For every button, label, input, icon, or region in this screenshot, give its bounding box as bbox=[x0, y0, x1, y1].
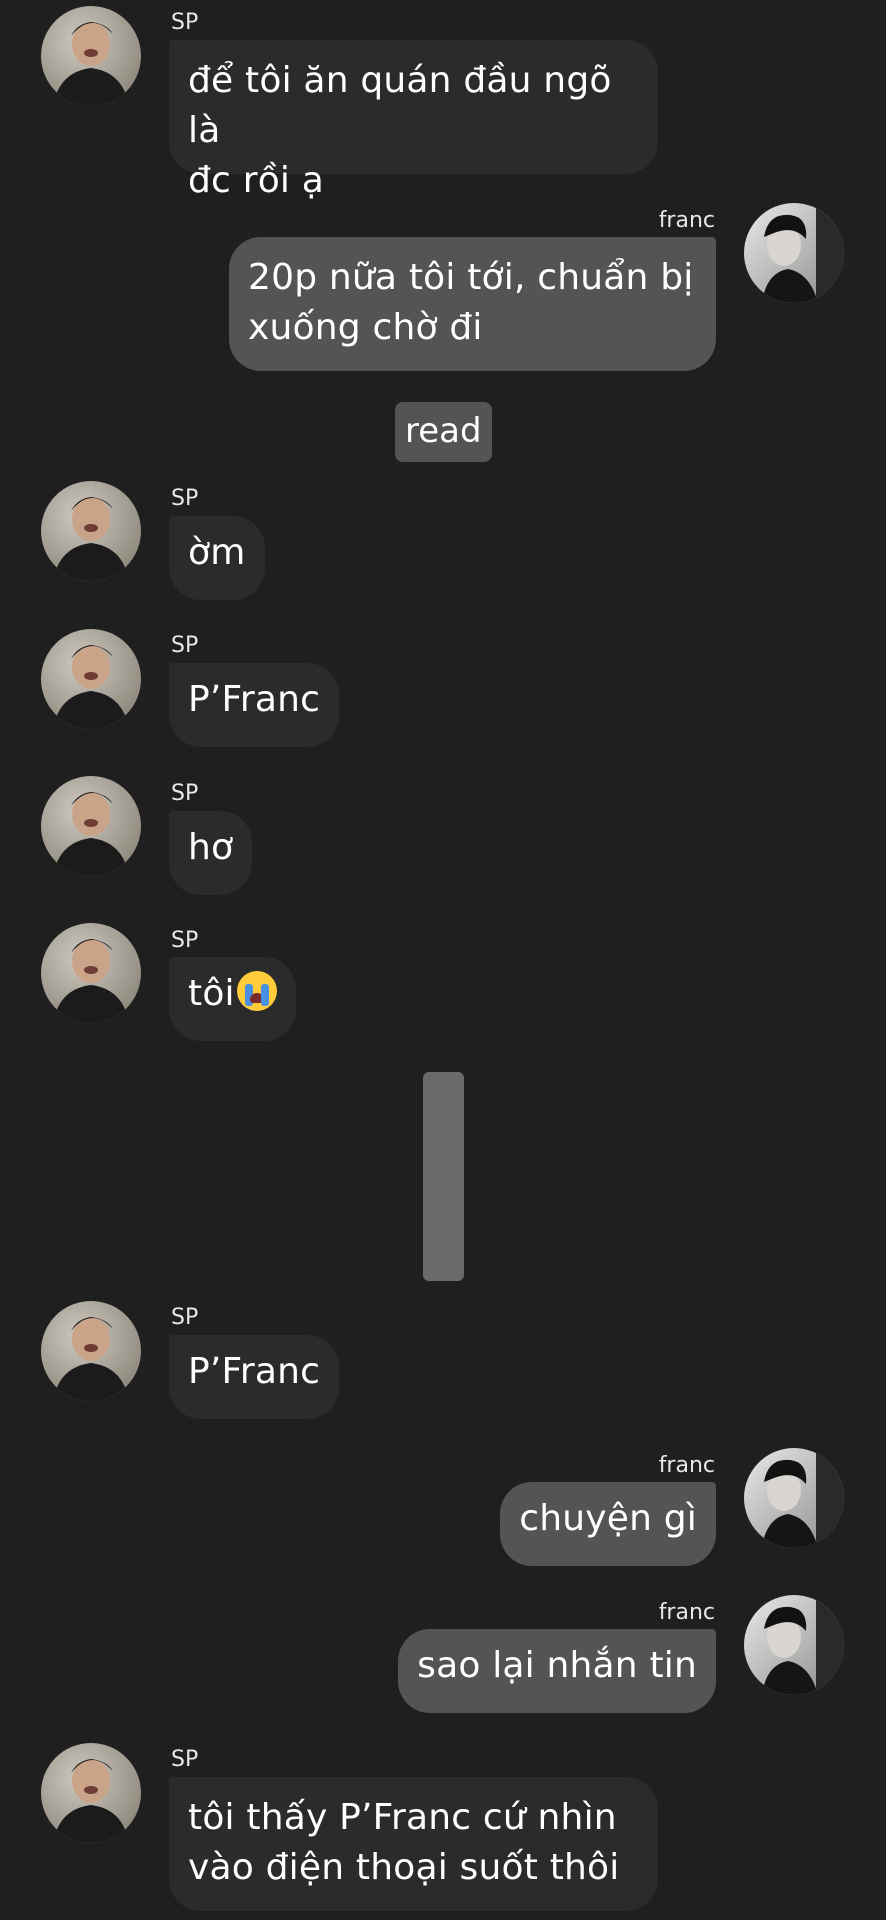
sp-avatar[interactable] bbox=[41, 1301, 141, 1401]
sp-avatar[interactable] bbox=[41, 6, 141, 106]
sender-name: SP bbox=[171, 1305, 199, 1330]
sp-avatar[interactable] bbox=[41, 923, 141, 1023]
read-receipt: read bbox=[395, 402, 492, 462]
incoming-message-bubble[interactable]: tôi thấy P’Franc cứ nhìn vào điện thoại … bbox=[169, 1777, 658, 1911]
sp-avatar[interactable] bbox=[41, 1743, 141, 1843]
sender-name: SP bbox=[171, 781, 199, 806]
incoming-message-bubble[interactable]: hơ bbox=[169, 811, 253, 895]
loudly-crying-face-icon bbox=[236, 971, 277, 1011]
incoming-message-bubble[interactable]: P’Franc bbox=[169, 663, 340, 747]
franc-avatar[interactable] bbox=[744, 203, 844, 303]
sender-name: franc bbox=[658, 1453, 715, 1478]
sender-name: franc bbox=[658, 208, 715, 233]
message-text: tôi bbox=[188, 973, 235, 1014]
sp-avatar[interactable] bbox=[41, 776, 141, 876]
scrollbar-thumb[interactable] bbox=[423, 1072, 464, 1281]
franc-avatar[interactable] bbox=[744, 1595, 844, 1695]
sp-avatar[interactable] bbox=[41, 629, 141, 729]
outgoing-message-bubble[interactable]: chuyện gì bbox=[500, 1482, 716, 1566]
sender-name: SP bbox=[171, 633, 199, 658]
franc-avatar[interactable] bbox=[744, 1448, 844, 1548]
incoming-message-bubble[interactable]: P’Franc bbox=[169, 1335, 340, 1419]
sender-name: SP bbox=[171, 1747, 199, 1772]
sender-name: SP bbox=[171, 486, 199, 511]
sender-name: SP bbox=[171, 928, 199, 953]
incoming-message-bubble[interactable]: tôi bbox=[169, 957, 296, 1041]
incoming-message-bubble[interactable]: để tôi ăn quán đầu ngõ là đc rồi ạ bbox=[169, 40, 658, 201]
incoming-message-bubble[interactable]: ờm bbox=[169, 516, 265, 600]
sp-avatar[interactable] bbox=[41, 481, 141, 581]
sender-name: franc bbox=[658, 1600, 715, 1625]
outgoing-message-bubble[interactable]: sao lại nhắn tin bbox=[398, 1629, 716, 1713]
sender-name: SP bbox=[171, 10, 199, 35]
outgoing-message-bubble[interactable]: 20p nữa tôi tới, chuẩn bị xuống chờ đi bbox=[229, 237, 716, 371]
